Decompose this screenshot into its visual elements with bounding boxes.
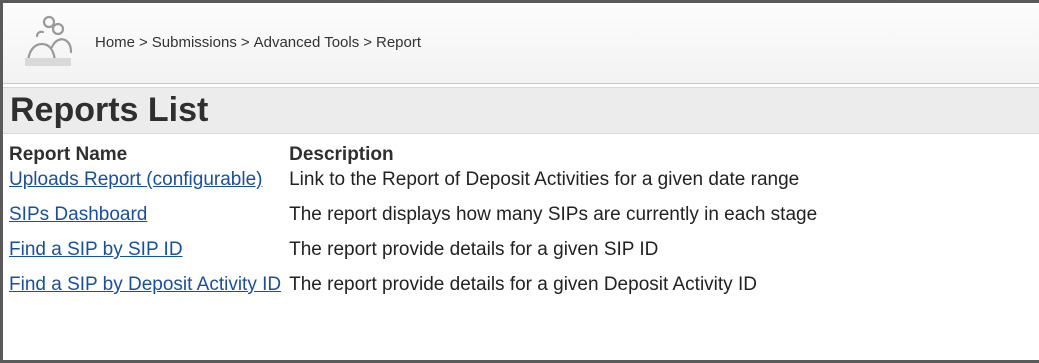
report-description: The report provide details for a given S… (289, 239, 659, 260)
reports-table: Report Name Description Uploads Report (… (9, 141, 831, 309)
users-group-icon (25, 14, 73, 66)
sips-dashboard-link[interactable]: SIPs Dashboard (9, 204, 147, 225)
report-name-cell: Find a SIP by SIP ID (9, 239, 289, 274)
report-description: Link to the Report of Deposit Activities… (289, 169, 800, 190)
breadcrumb-separator: > (139, 34, 148, 51)
uploads-report-link[interactable]: Uploads Report (configurable) (9, 169, 262, 190)
breadcrumb-item-report: Report (376, 34, 422, 51)
report-name-cell: Uploads Report (configurable) (9, 169, 289, 204)
find-sip-by-sip-id-link[interactable]: Find a SIP by SIP ID (9, 239, 183, 260)
breadcrumb-bar: Home > Submissions > Advanced Tools > Report (3, 3, 1039, 84)
report-description: The report displays how many SIPs are cu… (289, 204, 818, 225)
breadcrumb-item-home[interactable]: Home (95, 34, 135, 51)
breadcrumb-item-advanced-tools[interactable]: Advanced Tools (254, 34, 360, 51)
table-row: Find a SIP by SIP ID The report provide … (9, 239, 831, 274)
report-description: The report provide details for a given D… (289, 274, 757, 295)
table-row: Uploads Report (configurable) Link to th… (9, 169, 831, 204)
report-name-cell: SIPs Dashboard (9, 204, 289, 239)
page-title: Reports List (10, 91, 209, 129)
app-frame: Home > Submissions > Advanced Tools > Report R… (0, 0, 1039, 363)
find-sip-by-deposit-activity-id-link[interactable]: Find a SIP by Deposit Activity ID (9, 274, 281, 295)
breadcrumb-separator: > (363, 34, 372, 51)
breadcrumb-separator: > (240, 34, 250, 51)
column-header-description: Description (289, 144, 394, 165)
breadcrumb-item-submissions[interactable]: Submissions (152, 34, 237, 51)
table-header-row: Report Name Description (9, 141, 831, 169)
table-row: SIPs Dashboard The report displays how m… (9, 204, 831, 239)
title-bar: Reports List (3, 87, 1039, 134)
column-header-report-name: Report Name (9, 144, 128, 165)
breadcrumb: Home > Submissions > Advanced Tools > Report (95, 34, 421, 51)
report-name-cell: Find a SIP by Deposit Activity ID (9, 274, 289, 309)
table-row: Find a SIP by Deposit Activity ID The re… (9, 274, 831, 309)
